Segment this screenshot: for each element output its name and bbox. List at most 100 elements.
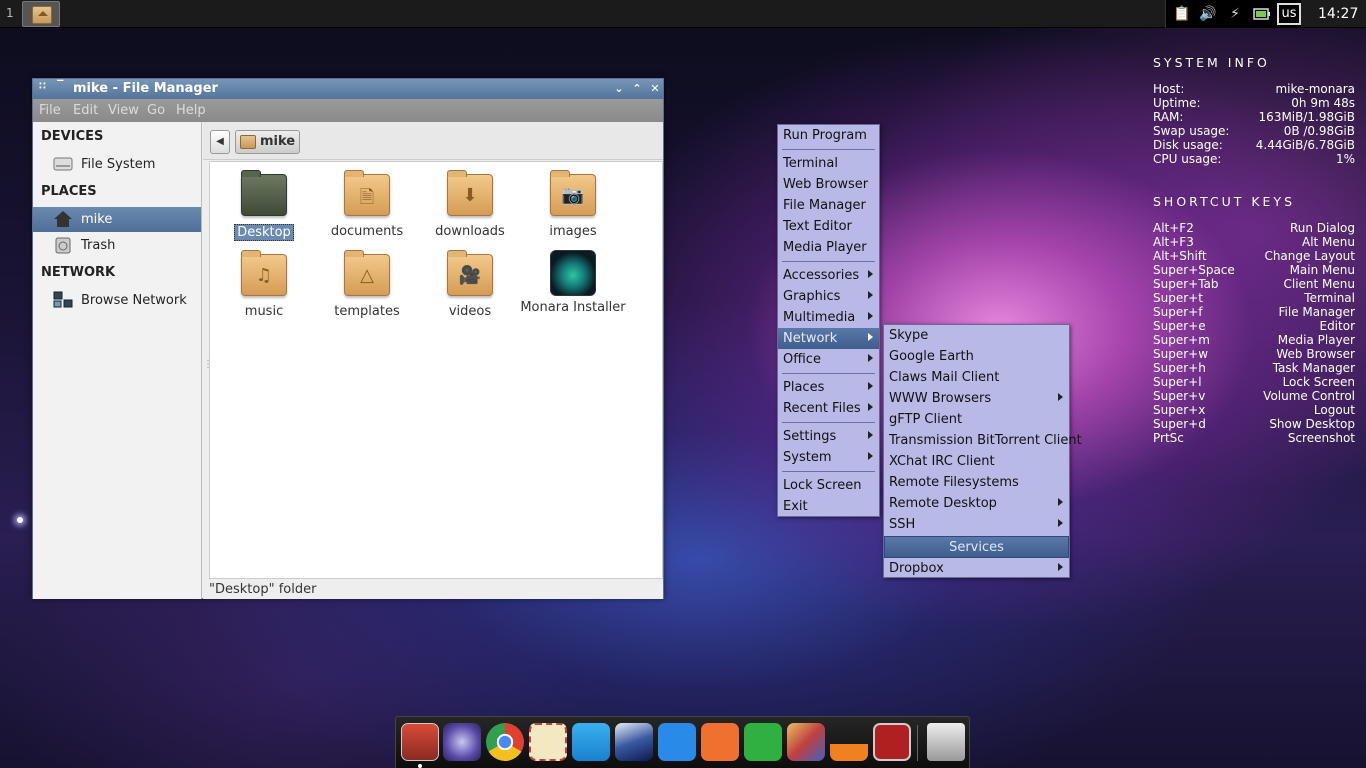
menu-item-remote-filesystems[interactable]: Remote Filesystems xyxy=(884,472,1069,493)
menu-item-www-browsers[interactable]: WWW Browsers xyxy=(884,388,1069,409)
mail-app-icon[interactable] xyxy=(529,723,567,761)
menu-item-skype[interactable]: Skype xyxy=(884,325,1069,346)
file-item-documents[interactable]: 🗎 documents xyxy=(317,170,417,239)
menu-header-label: Services xyxy=(949,540,1004,555)
menu-item-terminal[interactable]: Terminal xyxy=(778,153,879,174)
menu-item-web-browser[interactable]: Web Browser xyxy=(778,174,879,195)
file-item-monara-installer[interactable]: Monara Installer xyxy=(506,250,640,315)
menu-item-recent-files[interactable]: Recent Files xyxy=(778,398,879,419)
file-item-templates[interactable]: △ templates xyxy=(317,250,417,319)
menu-item-transmission[interactable]: Transmission BitTorrent Client xyxy=(884,430,1082,451)
menu-item-claws-mail[interactable]: Claws Mail Client xyxy=(884,367,1069,388)
chrome-app-icon[interactable] xyxy=(486,723,524,761)
menu-item-label: Dropbox xyxy=(889,561,944,576)
menu-item-remote-desktop[interactable]: Remote Desktop xyxy=(884,493,1069,514)
menu-view[interactable]: View xyxy=(108,103,139,118)
file-item-images[interactable]: 📷 images xyxy=(523,170,623,239)
menu-item-text-editor[interactable]: Text Editor xyxy=(778,216,879,237)
wps-writer-app-icon[interactable] xyxy=(658,723,696,761)
clipboard-icon[interactable]: 📋 xyxy=(1173,5,1191,23)
file-item-desktop[interactable]: Desktop xyxy=(214,170,314,241)
menu-item-office[interactable]: Office xyxy=(778,349,879,370)
menu-item-file-manager[interactable]: File Manager xyxy=(778,195,879,216)
file-manager-window: ∷ ‾ mike - File Manager ⌄ ⌃ ✕ File Edit … xyxy=(32,78,664,599)
close-icon[interactable]: ✕ xyxy=(647,81,663,97)
clock[interactable]: 14:27 xyxy=(1318,6,1358,22)
menu-item-google-earth[interactable]: Google Earth xyxy=(884,346,1069,367)
minimize-chevron-icon[interactable]: ⌄ xyxy=(611,81,627,97)
conky-row: Super+d Show Desktop xyxy=(1153,417,1355,431)
back-button[interactable]: ◀ xyxy=(210,130,230,154)
menu-go[interactable]: Go xyxy=(147,103,165,118)
conky-value: Screenshot xyxy=(1287,431,1355,445)
file-item-videos[interactable]: 🎥 videos xyxy=(420,250,520,319)
submenu-arrow-icon xyxy=(868,354,873,362)
menu-separator xyxy=(782,373,875,374)
menu-item-exit[interactable]: Exit xyxy=(778,496,879,517)
menu-item-dropbox[interactable]: Dropbox xyxy=(884,558,1069,579)
file-item-downloads[interactable]: ⬇ downloads xyxy=(420,170,520,239)
menu-item-settings[interactable]: Settings xyxy=(778,426,879,447)
sidebar-item-mike[interactable]: mike xyxy=(33,207,201,232)
shade-icon[interactable]: ‾ xyxy=(57,79,64,94)
wps-presentation-app-icon[interactable] xyxy=(701,723,739,761)
menu-item-gftp[interactable]: gFTP Client xyxy=(884,409,1069,430)
top-panel: 1 📋 🔊 ⚡ us 14:27 xyxy=(0,0,1366,28)
trash-icon xyxy=(53,236,73,254)
workspace-number[interactable]: 1 xyxy=(6,6,14,20)
network-submenu: Skype Google Earth Claws Mail Client WWW… xyxy=(883,324,1082,579)
menu-item-label: Google Earth xyxy=(889,349,974,364)
power-plug-icon[interactable]: ⚡ xyxy=(1226,5,1244,23)
folder-videos-icon: 🎥 xyxy=(447,250,493,296)
battery-icon[interactable] xyxy=(1253,5,1271,23)
menu-item-label: Places xyxy=(783,380,825,395)
conky-row: CPU usage: 1% xyxy=(1153,152,1355,166)
installer-app-icon[interactable] xyxy=(401,723,439,761)
pidgin-app-icon[interactable] xyxy=(443,723,481,761)
google-earth-app-icon[interactable] xyxy=(615,723,653,761)
file-item-music[interactable]: ♫ music xyxy=(214,250,314,319)
task-manager-app-icon[interactable] xyxy=(873,723,911,761)
menu-item-system[interactable]: System xyxy=(778,447,879,468)
menu-edit[interactable]: Edit xyxy=(73,103,98,118)
system-info-list: Host: mike-monara Uptime: 0h 9m 48s RAM: 163M… xyxy=(1153,82,1355,166)
conky-key: Super+f xyxy=(1153,305,1203,319)
menu-item-label: Network xyxy=(783,331,838,346)
conky-value: Lock Screen xyxy=(1282,375,1355,389)
menu-file[interactable]: File xyxy=(39,103,61,118)
menu-item-accessories[interactable]: Accessories xyxy=(778,265,879,286)
menu-item-ssh[interactable]: SSH xyxy=(884,514,1069,535)
maximize-chevron-icon[interactable]: ⌃ xyxy=(629,81,645,97)
submenu-arrow-icon xyxy=(868,333,873,341)
skype-app-icon[interactable] xyxy=(572,723,610,761)
sidebar-item-file-system[interactable]: File System xyxy=(33,152,201,177)
keyboard-layout-indicator[interactable]: us xyxy=(1277,3,1301,25)
menu-item-label: Remote Filesystems xyxy=(889,475,1019,490)
menu-help[interactable]: Help xyxy=(176,103,206,118)
menu-item-label: Text Editor xyxy=(783,219,852,234)
sidebar-item-trash[interactable]: Trash xyxy=(33,233,201,258)
sidebar-item-browse-network[interactable]: Browse Network xyxy=(33,288,201,313)
menu-item-media-player[interactable]: Media Player xyxy=(778,237,879,258)
window-titlebar[interactable]: ∷ ‾ mike - File Manager ⌄ ⌃ ✕ xyxy=(33,79,663,99)
wps-spreadsheet-app-icon[interactable] xyxy=(744,723,782,761)
conky-value: 163MiB/1.98GiB xyxy=(1258,110,1355,124)
window-menu-grip-icon[interactable]: ∷ xyxy=(39,81,47,92)
conky-row: Super+t Terminal xyxy=(1153,291,1355,305)
sidebar: DEVICES File System PLACES mike Trash NE… xyxy=(33,122,202,599)
trash-app-icon[interactable] xyxy=(927,723,965,761)
taskbar-file-manager-button[interactable] xyxy=(22,1,60,27)
volume-icon[interactable]: 🔊 xyxy=(1199,5,1217,23)
submenu-arrow-icon xyxy=(868,312,873,320)
menu-item-graphics[interactable]: Graphics xyxy=(778,286,879,307)
menu-item-multimedia[interactable]: Multimedia xyxy=(778,307,879,328)
menu-item-lock-screen[interactable]: Lock Screen xyxy=(778,475,879,496)
menu-item-network[interactable]: Network xyxy=(778,328,879,349)
breadcrumb-mike[interactable]: mike xyxy=(235,130,301,154)
menu-item-places[interactable]: Places xyxy=(778,377,879,398)
menu-item-run-program[interactable]: Run Program xyxy=(778,125,879,146)
menu-item-xchat[interactable]: XChat IRC Client xyxy=(884,451,1069,472)
vlc-app-icon[interactable] xyxy=(830,723,868,761)
gimp-app-icon[interactable] xyxy=(787,723,825,761)
conky-value: 0h 9m 48s xyxy=(1291,96,1355,110)
